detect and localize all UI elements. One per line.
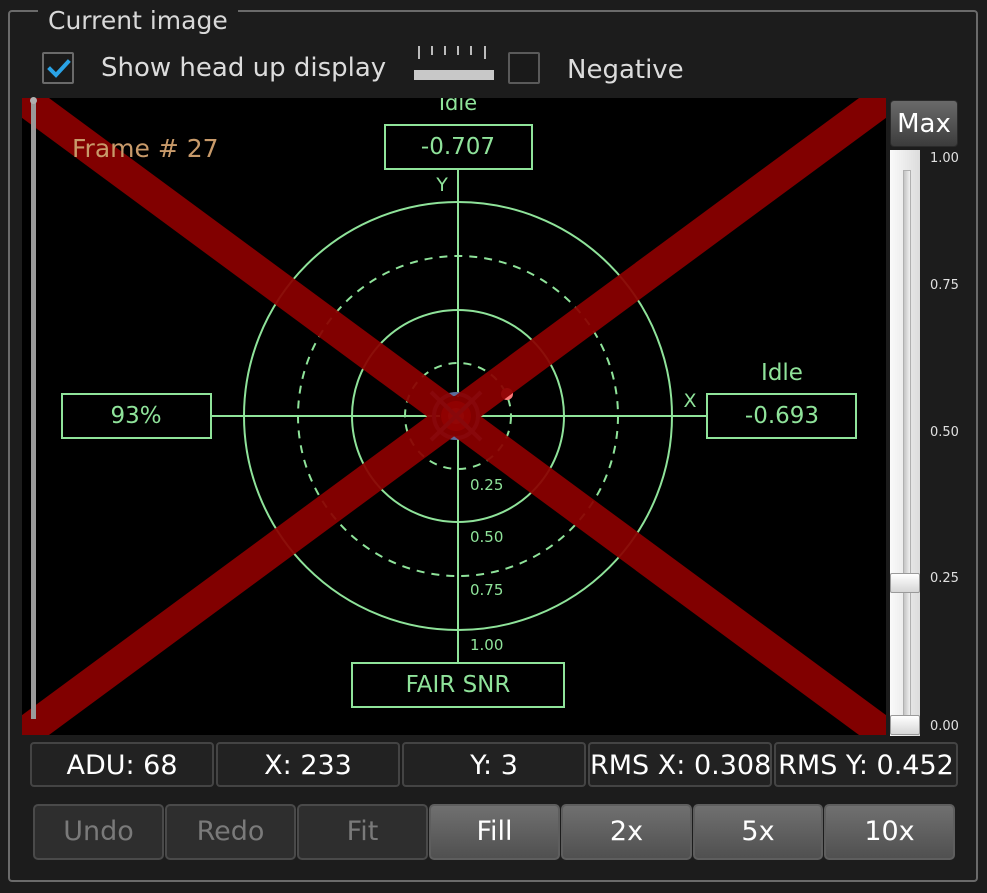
viewport-scrollbar[interactable] xyxy=(30,97,37,719)
scale-label-100: 1.00 xyxy=(930,151,959,166)
rms-y-readout: RMS Y: 0.452 xyxy=(774,742,958,787)
fit-button[interactable]: Fit xyxy=(297,804,428,860)
checkmark-icon xyxy=(47,59,71,78)
level-lower-thumb[interactable] xyxy=(890,715,920,735)
y-value-label: -0.707 xyxy=(421,134,495,160)
group-title: Current image xyxy=(38,6,238,36)
fill-button[interactable]: Fill xyxy=(429,804,560,860)
y-readout: Y: 3 xyxy=(402,742,586,787)
x-axis-label: X xyxy=(683,390,696,412)
scale-label-000: 0.00 xyxy=(930,719,959,734)
show-hud-label: Show head up display xyxy=(101,53,387,83)
y-status-label: Idle xyxy=(439,98,477,115)
zoom-2x-button[interactable]: 2x xyxy=(561,804,692,860)
negative-label: Negative xyxy=(567,55,684,85)
scale-label-075: 0.75 xyxy=(930,278,959,293)
hud-opacity-slider[interactable] xyxy=(412,46,496,82)
scale-label-050: 0.50 xyxy=(930,425,959,440)
undo-button[interactable]: Undo xyxy=(33,804,164,860)
scale-label-025: 0.25 xyxy=(930,571,959,586)
ring-label-050: 0.50 xyxy=(470,528,503,546)
rms-x-readout: RMS X: 0.308 xyxy=(588,742,772,787)
hud-overlay: Idle -0.707 Y Idle -0.693 X 93% FAIR SNR… xyxy=(22,98,886,735)
show-hud-checkbox[interactable] xyxy=(42,52,74,84)
zoom-5x-button[interactable]: 5x xyxy=(693,804,823,860)
y-axis-label: Y xyxy=(435,174,448,196)
zoom-10x-button[interactable]: 10x xyxy=(824,804,955,860)
ring-label-025: 0.25 xyxy=(470,476,503,494)
image-viewport[interactable]: Idle -0.707 Y Idle -0.693 X 93% FAIR SNR… xyxy=(22,98,886,735)
frame-label: Frame # 27 xyxy=(72,134,219,163)
max-button[interactable]: Max xyxy=(890,100,958,147)
ring-label-075: 0.75 xyxy=(470,581,503,599)
snr-label: FAIR SNR xyxy=(406,672,511,698)
ring-label-100: 1.00 xyxy=(470,636,503,654)
level-upper-thumb[interactable] xyxy=(890,573,920,593)
adu-readout: ADU: 68 xyxy=(30,742,214,787)
x-status-label: Idle xyxy=(761,360,803,386)
negative-checkbox[interactable] xyxy=(508,52,540,84)
percent-label: 93% xyxy=(110,403,161,429)
x-value-label: -0.693 xyxy=(745,403,819,429)
redo-button[interactable]: Redo xyxy=(165,804,296,860)
x-readout: X: 233 xyxy=(216,742,400,787)
level-slider-groove xyxy=(903,170,911,728)
